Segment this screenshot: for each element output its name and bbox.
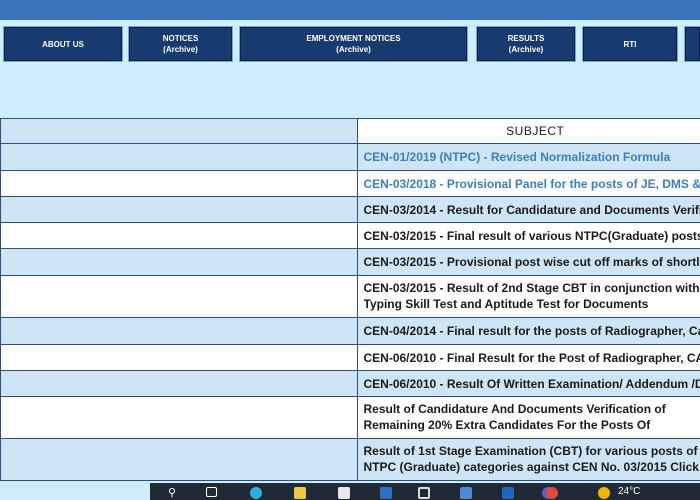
nav-notices[interactable]: NOTICES (Archive)	[128, 26, 233, 62]
row-subject-text: Result of Candidature And Documents Veri…	[363, 402, 666, 432]
row-subject-text: Result of 1st Stage Examination (CBT) fo…	[363, 444, 699, 474]
row-index	[0, 248, 358, 276]
row-subject-text: CEN-03/2015 - Result of 2nd Stage CBT in…	[363, 281, 700, 311]
store-icon[interactable]	[338, 487, 350, 499]
nav-results-label: RESULTS	[507, 34, 545, 43]
nav-results-sub: (Archive)	[508, 45, 544, 54]
row-index	[0, 222, 358, 249]
subject-header: SUBJECT	[356, 118, 700, 144]
nav-employment-notices-label: EMPLOYMENT NOTICES	[306, 34, 401, 43]
row-subject[interactable]: CEN-01/2019 (NTPC) - Revised Normalizati…	[356, 143, 700, 171]
nav-results[interactable]: RESULTS (Archive)	[476, 26, 576, 62]
nav-about-us[interactable]: ABOUT US	[3, 26, 123, 62]
row-subject[interactable]: Result of Candidature And Documents Veri…	[356, 396, 700, 439]
outlook-icon[interactable]	[502, 487, 514, 499]
nav-notices-sub: (Archive)	[163, 45, 198, 54]
chrome-icon[interactable]	[546, 487, 558, 499]
row-subject[interactable]: CEN-06/2010 - Result Of Written Examinat…	[356, 370, 700, 397]
row-index	[0, 396, 358, 439]
taskbar: ⚲ 24°C	[150, 483, 700, 500]
nav-employment-notices-sub: (Archive)	[336, 45, 371, 54]
weather-icon[interactable]	[598, 487, 610, 499]
row-index	[0, 370, 358, 397]
row-subject[interactable]: CEN-03/2015 - Final result of various NT…	[356, 222, 700, 249]
results-table: SUBJECT CEN-01/2019 (NTPC) - Revised Nor…	[0, 118, 700, 481]
table-row[interactable]: CEN-03/2018 - Provisional Panel for the …	[0, 170, 700, 197]
nav-employment-notices[interactable]: EMPLOYMENT NOTICES (Archive)	[239, 26, 468, 62]
row-subject[interactable]: CEN-03/2015 - Provisional post wise cut …	[356, 248, 700, 276]
mail-icon[interactable]	[380, 487, 392, 499]
table-row[interactable]: CEN-04/2014 - Final result for the posts…	[0, 317, 700, 345]
table-row[interactable]: CEN-01/2019 (NTPC) - Revised Normalizati…	[0, 143, 700, 171]
table-row[interactable]: Result of Candidature And Documents Veri…	[0, 396, 700, 439]
row-index	[0, 275, 358, 318]
nav-rti[interactable]: RTI	[582, 26, 678, 62]
header-banner	[0, 0, 700, 20]
search-icon[interactable]: ⚲	[168, 486, 176, 499]
row-index	[0, 438, 358, 481]
file-explorer-icon[interactable]	[294, 487, 306, 499]
table-row[interactable]: CEN-03/2014 - Result for Candidature and…	[0, 196, 700, 223]
nav-rti-label: RTI	[623, 39, 637, 49]
photos-icon[interactable]	[460, 487, 472, 499]
table-row[interactable]: CEN-03/2015 - Result of 2nd Stage CBT in…	[0, 275, 700, 318]
temperature-label: 24°C	[618, 486, 641, 497]
table-row[interactable]: Result of 1st Stage Examination (CBT) fo…	[0, 438, 700, 481]
row-index	[0, 317, 358, 345]
index-header	[0, 118, 358, 144]
row-subject[interactable]: Result of 1st Stage Examination (CBT) fo…	[356, 438, 700, 481]
table-row[interactable]: CEN-03/2015 - Final result of various NT…	[0, 222, 700, 249]
app-icon[interactable]	[418, 487, 430, 499]
table-header-row: SUBJECT	[0, 118, 700, 144]
nav-notices-label: NOTICES	[162, 34, 199, 43]
nav-about-us-label: ABOUT US	[42, 39, 84, 49]
row-subject[interactable]: CEN-06/2010 - Final Result for the Post …	[356, 344, 700, 371]
row-subject[interactable]: CEN-04/2014 - Final result for the posts…	[356, 317, 700, 345]
edge-icon[interactable]	[250, 487, 262, 499]
task-view-icon[interactable]	[206, 487, 217, 497]
row-index	[0, 196, 358, 223]
row-subject[interactable]: CEN-03/2018 - Provisional Panel for the …	[356, 170, 700, 197]
main-nav: ABOUT US NOTICES (Archive) EMPLOYMENT NO…	[0, 26, 700, 63]
table-row[interactable]: CEN-03/2015 - Provisional post wise cut …	[0, 248, 700, 276]
row-index	[0, 143, 358, 171]
row-index	[0, 170, 358, 197]
row-subject[interactable]: CEN-03/2015 - Result of 2nd Stage CBT in…	[356, 275, 700, 318]
nav-more[interactable]	[684, 26, 700, 62]
row-index	[0, 344, 358, 371]
row-subject[interactable]: CEN-03/2014 - Result for Candidature and…	[356, 196, 700, 223]
table-row[interactable]: CEN-06/2010 - Final Result for the Post …	[0, 344, 700, 371]
table-row[interactable]: CEN-06/2010 - Result Of Written Examinat…	[0, 370, 700, 397]
